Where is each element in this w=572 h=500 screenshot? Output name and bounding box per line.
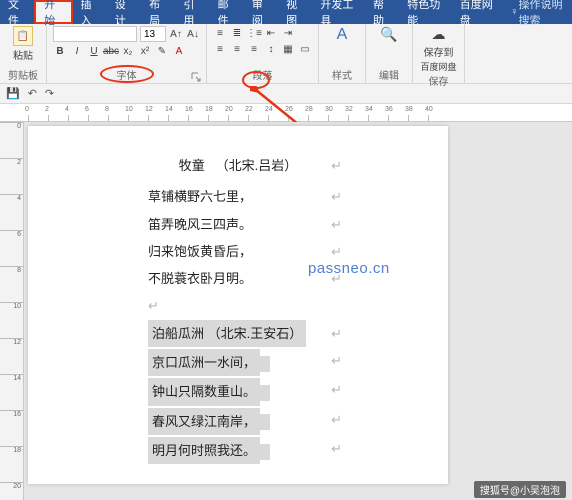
lightbulb-icon: ♀ <box>510 6 518 18</box>
shading-icon[interactable]: ▦ <box>281 42 295 56</box>
align-left-icon[interactable]: ≡ <box>213 42 227 56</box>
tab-devtools[interactable]: 开发工具 <box>312 0 365 24</box>
tab-file[interactable]: 文件 <box>0 0 34 24</box>
paste-label: 粘贴 <box>13 47 33 62</box>
group-styles-label: 样式 <box>325 67 359 83</box>
italic-button[interactable]: I <box>70 44 84 58</box>
borders-icon[interactable]: ▭ <box>298 42 312 56</box>
styles-button[interactable]: A <box>325 26 359 44</box>
cloud-save-icon: ☁ <box>432 26 446 43</box>
group-editing-label: 编辑 <box>372 67 406 83</box>
tab-layout[interactable]: 布局 <box>141 0 175 24</box>
subscript-button[interactable]: x₂ <box>121 44 135 58</box>
tab-home[interactable]: 开始 <box>34 0 72 24</box>
document-page[interactable]: 牧童 （北宋.吕岩）↵ 草铺横野六七里，↵ 笛弄晚风三四声。↵ 归来饱饭黄昏后，… <box>28 126 448 484</box>
tell-me-search[interactable]: ♀ 操作说明搜索 <box>510 0 572 24</box>
paste-button[interactable]: 📋 粘贴 <box>6 26 40 62</box>
tab-view[interactable]: 视图 <box>278 0 312 24</box>
tab-help[interactable]: 帮助 <box>365 0 399 24</box>
tab-mail[interactable]: 邮件 <box>210 0 244 24</box>
group-save: ☁ 保存到 百度网盘 保存 <box>413 24 465 83</box>
font-launcher-icon[interactable] <box>190 71 202 83</box>
multilevel-icon[interactable]: ⋮≡ <box>247 26 261 40</box>
group-editing: 🔍 编辑 <box>366 24 413 83</box>
line-spacing-icon[interactable]: ↕ <box>264 42 278 56</box>
superscript-button[interactable]: x² <box>138 44 152 58</box>
highlight-button[interactable]: ✎ <box>155 44 169 58</box>
numbering-icon[interactable]: ≣ <box>230 26 244 40</box>
underline-button[interactable]: U <box>87 44 101 58</box>
save-label-1: 保存到 <box>424 44 454 59</box>
save-icon[interactable]: 💾 <box>6 87 20 100</box>
tab-references[interactable]: 引用 <box>175 0 209 24</box>
group-save-label: 保存 <box>419 73 458 89</box>
group-font-label: 字体 <box>53 67 200 83</box>
poem2-title: 泊船瓜洲 （北宋.王安石）↵ <box>148 320 328 347</box>
group-paragraph: ≡ ≣ ⋮≡ ⇤ ⇥ ≡ ≡ ≡ ↕ ▦ ▭ 段落 <box>207 24 319 83</box>
watermark-text: passneo.cn <box>308 260 390 277</box>
tab-netdisk[interactable]: 百度网盘 <box>452 0 505 24</box>
group-font: A↑ A↓ B I U abc x₂ x² ✎ A 字体 <box>47 24 207 83</box>
font-name-input[interactable] <box>53 26 137 42</box>
font-color-button[interactable]: A <box>172 44 186 58</box>
save-netdisk-button[interactable]: ☁ 保存到 百度网盘 <box>419 26 458 73</box>
horizontal-ruler[interactable]: 0246810121416182022242628303234363840 <box>0 104 572 122</box>
tab-design[interactable]: 设计 <box>107 0 141 24</box>
group-clipboard-label: 剪贴板 <box>6 67 40 83</box>
poem2-line1: 京口瓜洲一水间，↵ <box>148 347 328 376</box>
outdent-icon[interactable]: ⇤ <box>264 26 278 40</box>
find-icon: 🔍 <box>380 26 397 43</box>
poem1-title: 牧童 （北宋.吕岩）↵ <box>148 152 328 179</box>
save-label-2: 百度网盘 <box>420 60 456 73</box>
empty-line: ↵ <box>148 292 328 319</box>
align-right-icon[interactable]: ≡ <box>247 42 261 56</box>
tab-special[interactable]: 特色功能 <box>399 0 452 24</box>
group-styles: A 样式 <box>319 24 366 83</box>
poem1-line3: 归来饱饭黄昏后，↵ <box>148 238 328 265</box>
poem1-line1: 草铺横野六七里，↵ <box>148 183 328 210</box>
bullets-icon[interactable]: ≡ <box>213 26 227 40</box>
poem2-line3: 春风又绿江南岸，↵ <box>148 406 328 435</box>
group-clipboard: 📋 粘贴 剪贴板 <box>0 24 47 83</box>
tab-review[interactable]: 审阅 <box>244 0 278 24</box>
font-size-input[interactable] <box>140 26 166 42</box>
quick-access-toolbar: 💾 ↶ ↷ <box>0 84 572 104</box>
bold-button[interactable]: B <box>53 44 67 58</box>
ribbon: 📋 粘贴 剪贴板 A↑ A↓ B I U abc x₂ x² ✎ A <box>0 24 572 84</box>
styles-icon: A <box>337 26 348 44</box>
poem1-line4: 不脱蓑衣卧月明。↵ <box>148 265 328 292</box>
indent-icon[interactable]: ⇥ <box>281 26 295 40</box>
poem2-line2: 钟山只隔数重山。↵ <box>148 376 328 405</box>
redo-icon[interactable]: ↷ <box>45 87 54 100</box>
align-center-icon[interactable]: ≡ <box>230 42 244 56</box>
vertical-ruler[interactable]: 02468101214161820 <box>0 122 24 500</box>
credit-badge: 搜狐号@小吴泡泡 <box>474 481 566 498</box>
poem2-line4: 明月何时照我还。↵ <box>148 435 328 464</box>
menu-bar: 文件 开始 插入 设计 布局 引用 邮件 审阅 视图 开发工具 帮助 特色功能 … <box>0 0 572 24</box>
find-button[interactable]: 🔍 <box>372 26 406 43</box>
poem1-line2: 笛弄晚风三四声。↵ <box>148 211 328 238</box>
undo-icon[interactable]: ↶ <box>28 87 37 100</box>
group-paragraph-label: 段落 <box>213 67 312 83</box>
strike-button[interactable]: abc <box>104 44 118 58</box>
paste-icon: 📋 <box>13 26 33 46</box>
tell-me-label: 操作说明搜索 <box>519 0 572 28</box>
document-area: 02468101214161820 牧童 （北宋.吕岩）↵ 草铺横野六七里，↵ … <box>0 122 572 500</box>
increase-font-icon[interactable]: A↑ <box>169 27 183 41</box>
decrease-font-icon[interactable]: A↓ <box>186 27 200 41</box>
tab-insert[interactable]: 插入 <box>73 0 107 24</box>
